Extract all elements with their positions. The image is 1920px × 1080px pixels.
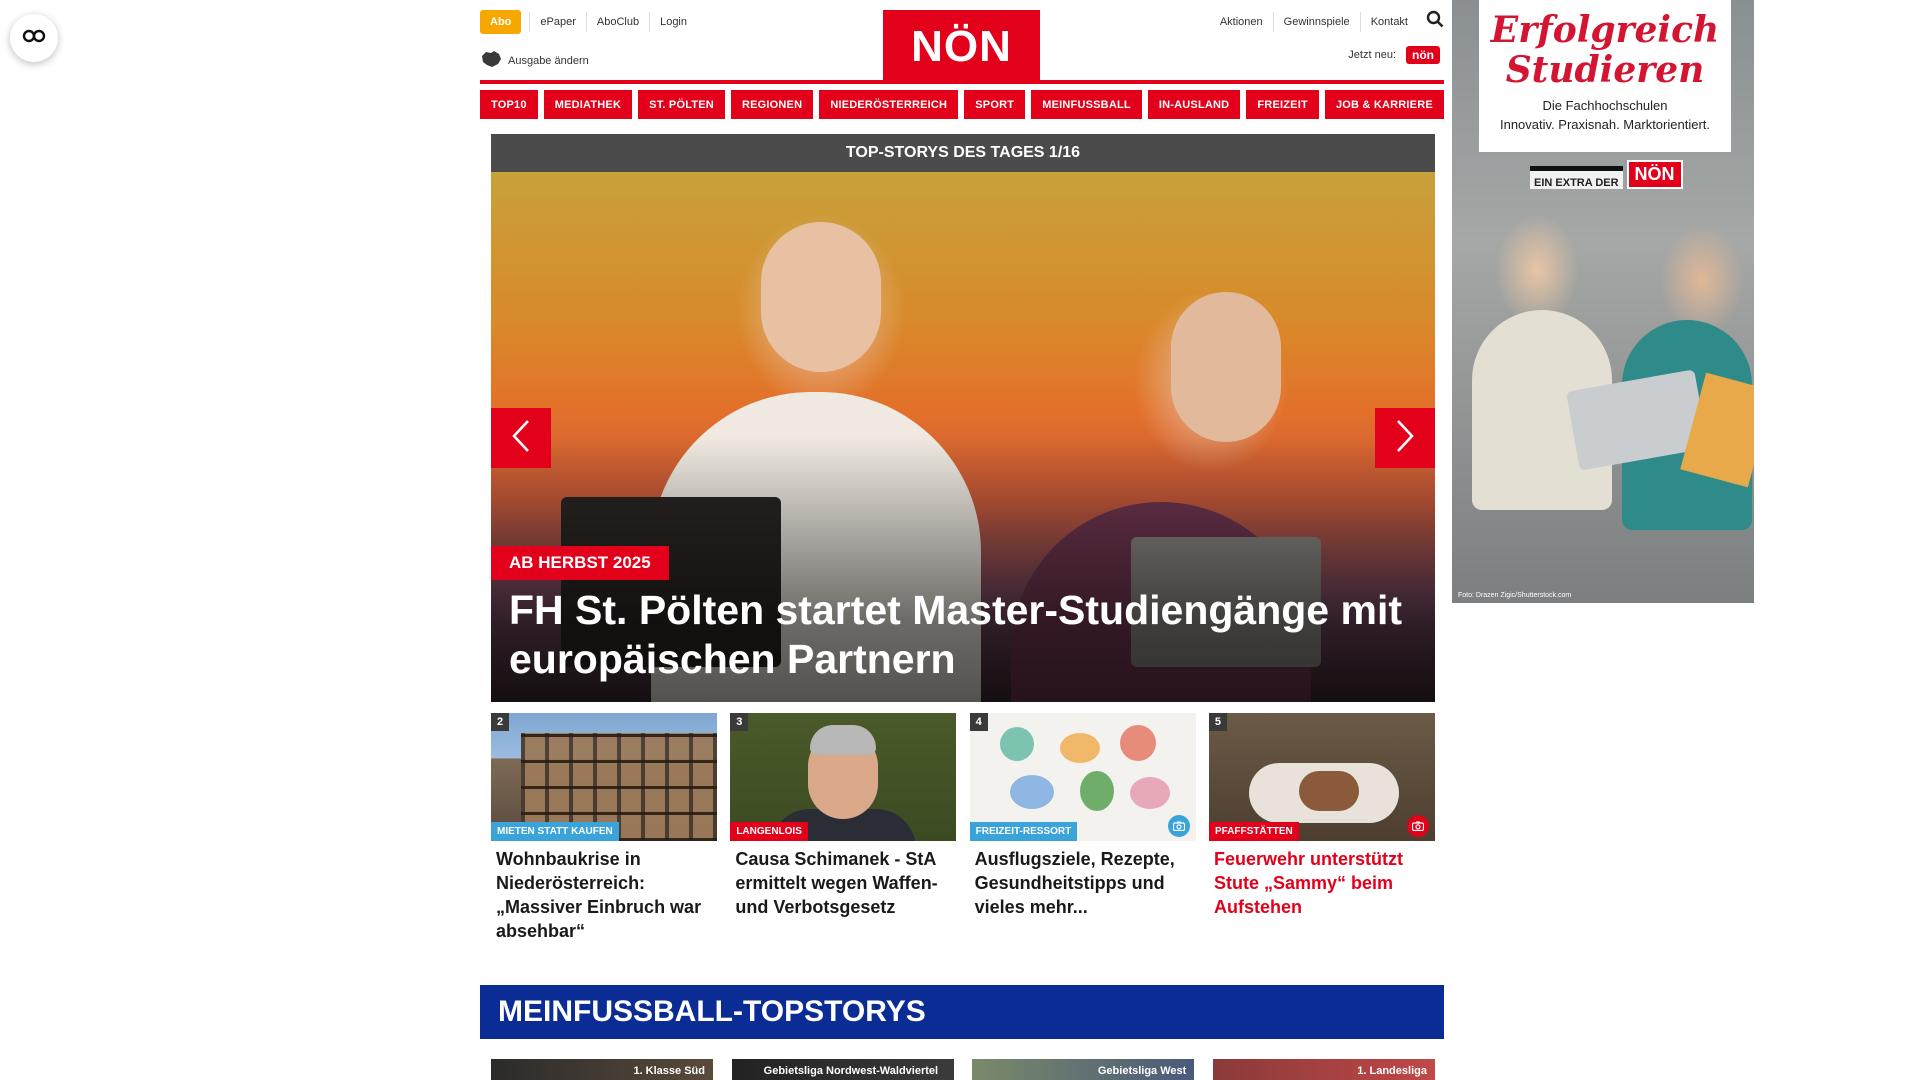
site-header: Abo ePaper AboClub Login Ausgabe ändern …: [480, 0, 1444, 86]
meinfussball-heading: MEINFUSSBALL-TOPSTORYS: [480, 985, 1444, 1039]
story-number: 2: [491, 713, 509, 731]
map-icon: [480, 50, 508, 71]
story-thumbnail[interactable]: 5 PFAFFSTÄTTEN: [1208, 713, 1435, 841]
hero-title[interactable]: FH St. Pölten startet Master-Studiengäng…: [509, 586, 1429, 684]
nav-item-meinfussball[interactable]: MEINFUSSBALL: [1031, 90, 1142, 119]
accessibility-toggle-button[interactable]: [10, 14, 58, 62]
jetzt-neu-label: Jetzt neu:: [1348, 49, 1396, 61]
nav-item-st-poelten[interactable]: ST. PÖLTEN: [638, 90, 725, 119]
illustration-shape: [1009, 775, 1054, 809]
login-link[interactable]: Login: [649, 12, 697, 32]
ad-extra-label: EIN EXTRA DER: [1530, 166, 1623, 189]
change-edition-label: Ausgabe ändern: [508, 54, 589, 67]
carousel-next-button[interactable]: [1375, 408, 1435, 468]
meinfussball-card[interactable]: Gebietsliga West: [972, 1059, 1195, 1080]
hero-kicker: AB HERBST 2025: [491, 546, 669, 580]
camera-icon: [1167, 815, 1190, 837]
hero-story[interactable]: AB HERBST 2025 FH St. Pölten startet Mas…: [491, 172, 1435, 702]
meinfussball-cards: 1. Klasse Süd Gebietsliga Nordwest-Waldv…: [491, 1059, 1435, 1080]
story-tag[interactable]: MIETEN STATT KAUFEN: [491, 822, 619, 841]
glasses-icon: [22, 29, 46, 48]
jetzt-neu-badge: nön: [1406, 46, 1440, 64]
aktionen-link[interactable]: Aktionen: [1210, 12, 1273, 32]
camera-icon: [1406, 815, 1429, 837]
ad-subtitle: Die Fachhochschulen: [1542, 98, 1668, 113]
story-thumbnail[interactable]: 3 LANGENLOIS: [730, 713, 957, 841]
nav-item-sport[interactable]: SPORT: [964, 90, 1026, 119]
story-cards: 2 MIETEN STATT KAUFEN Wohnbaukrise in Ni…: [491, 713, 1435, 943]
meinfussball-card[interactable]: 1. Landesliga: [1212, 1059, 1435, 1080]
league-label: 1. Landesliga: [1357, 1065, 1427, 1077]
epaper-link[interactable]: ePaper: [529, 12, 585, 32]
nav-item-freizeit[interactable]: FREIZEIT: [1246, 90, 1319, 119]
ad-subtitle: Innovativ. Praxisnah. Marktorientiert.: [1499, 117, 1710, 132]
illustration-shape: [1129, 777, 1170, 809]
nav-item-mediathek[interactable]: MEDIATHEK: [543, 90, 633, 119]
story-tag[interactable]: LANGENLOIS: [730, 822, 808, 841]
illustration-shape: [1079, 771, 1114, 811]
top-stories-heading: TOP-STORYS DES TAGES 1/16: [491, 134, 1435, 172]
story-title[interactable]: Causa Schimanek - StA ermittelt wegen Wa…: [730, 847, 956, 919]
story-title[interactable]: Ausflugsziele, Rezepte, Gesundheitstipps…: [970, 847, 1196, 919]
meinfussball-card[interactable]: Gebietsliga Nordwest-Waldviertel: [731, 1059, 954, 1080]
story-tag[interactable]: PFAFFSTÄTTEN: [1208, 822, 1299, 841]
advertisement-banner[interactable]: Erfolgreich Studieren Die Fachhochschule…: [1452, 0, 1754, 603]
story-card[interactable]: 4 FREIZEIT-RESSORT Ausflugsziele, Rezept…: [969, 713, 1196, 943]
story-thumbnail[interactable]: 4 FREIZEIT-RESSORT: [969, 713, 1196, 841]
top-left-links: Abo ePaper AboClub Login: [480, 10, 697, 34]
nav-item-job-karriere[interactable]: JOB & KARRIERE: [1324, 90, 1444, 119]
illustration-shape: [1059, 733, 1100, 763]
story-title[interactable]: Feuerwehr unterstützt Stute „Sammy“ beim…: [1209, 847, 1435, 919]
story-thumbnail[interactable]: 2 MIETEN STATT KAUFEN: [491, 713, 717, 841]
story-card[interactable]: 2 MIETEN STATT KAUFEN Wohnbaukrise in Ni…: [491, 713, 717, 943]
nav-item-niederoesterreich[interactable]: NIEDERÖSTERREICH: [819, 90, 959, 119]
illustration-shape: [1119, 725, 1156, 761]
gewinnspiele-link[interactable]: Gewinnspiele: [1272, 11, 1360, 32]
ad-text-box: Erfolgreich Studieren Die Fachhochschule…: [1479, 0, 1731, 152]
story-tag[interactable]: FREIZEIT-RESSORT: [969, 822, 1078, 841]
abo-button[interactable]: Abo: [480, 10, 522, 34]
nav-item-top10[interactable]: TOP10: [480, 90, 538, 119]
horse-image: [1298, 771, 1359, 811]
league-label: Gebietsliga West: [1097, 1065, 1187, 1077]
league-label: Gebietsliga Nordwest-Waldviertel: [763, 1065, 939, 1077]
ad-noen-logo: NÖN: [1626, 160, 1683, 189]
ad-title-line: Studieren: [1505, 49, 1705, 91]
story-card[interactable]: 5 PFAFFSTÄTTEN Feuerwehr unterstützt Stu…: [1208, 713, 1435, 943]
main-navigation: TOP10 MEDIATHEK ST. PÖLTEN REGIONEN NIED…: [480, 90, 1444, 120]
noen-logo[interactable]: NÖN: [883, 10, 1040, 84]
top-right-links: Aktionen Gewinnspiele Kontakt: [1210, 10, 1444, 33]
ad-extra-badge: EIN EXTRA DER NÖN: [1530, 160, 1683, 189]
chevron-left-icon: [511, 419, 531, 458]
ad-photo-credit: Foto: Drazen Zigic/Shutterstock.com: [1458, 592, 1572, 599]
kontakt-link[interactable]: Kontakt: [1359, 11, 1418, 32]
nav-item-regionen[interactable]: REGIONEN: [730, 90, 814, 119]
meinfussball-card[interactable]: 1. Klasse Süd: [491, 1059, 713, 1080]
carousel-prev-button[interactable]: [491, 408, 551, 468]
story-title[interactable]: Wohnbaukrise in Niederösterreich: „Massi…: [491, 847, 717, 943]
story-number: 4: [969, 713, 988, 731]
portrait-image: [810, 725, 877, 755]
search-icon[interactable]: [1426, 10, 1444, 33]
header-divider: [480, 80, 1444, 84]
illustration-shape: [999, 727, 1034, 761]
story-number: 3: [730, 713, 749, 731]
change-edition-link[interactable]: Ausgabe ändern: [480, 50, 589, 71]
ad-title-line: Erfolgreich: [1490, 9, 1720, 51]
league-label: 1. Klasse Süd: [633, 1065, 705, 1077]
story-number: 5: [1208, 713, 1227, 731]
chevron-right-icon: [1395, 419, 1415, 458]
aboclub-link[interactable]: AboClub: [585, 12, 649, 32]
jetzt-neu-promo[interactable]: Jetzt neu: nön: [1348, 46, 1440, 64]
nav-item-in-ausland[interactable]: IN-AUSLAND: [1147, 90, 1241, 119]
story-card[interactable]: 3 LANGENLOIS Causa Schimanek - StA ermit…: [730, 713, 957, 943]
